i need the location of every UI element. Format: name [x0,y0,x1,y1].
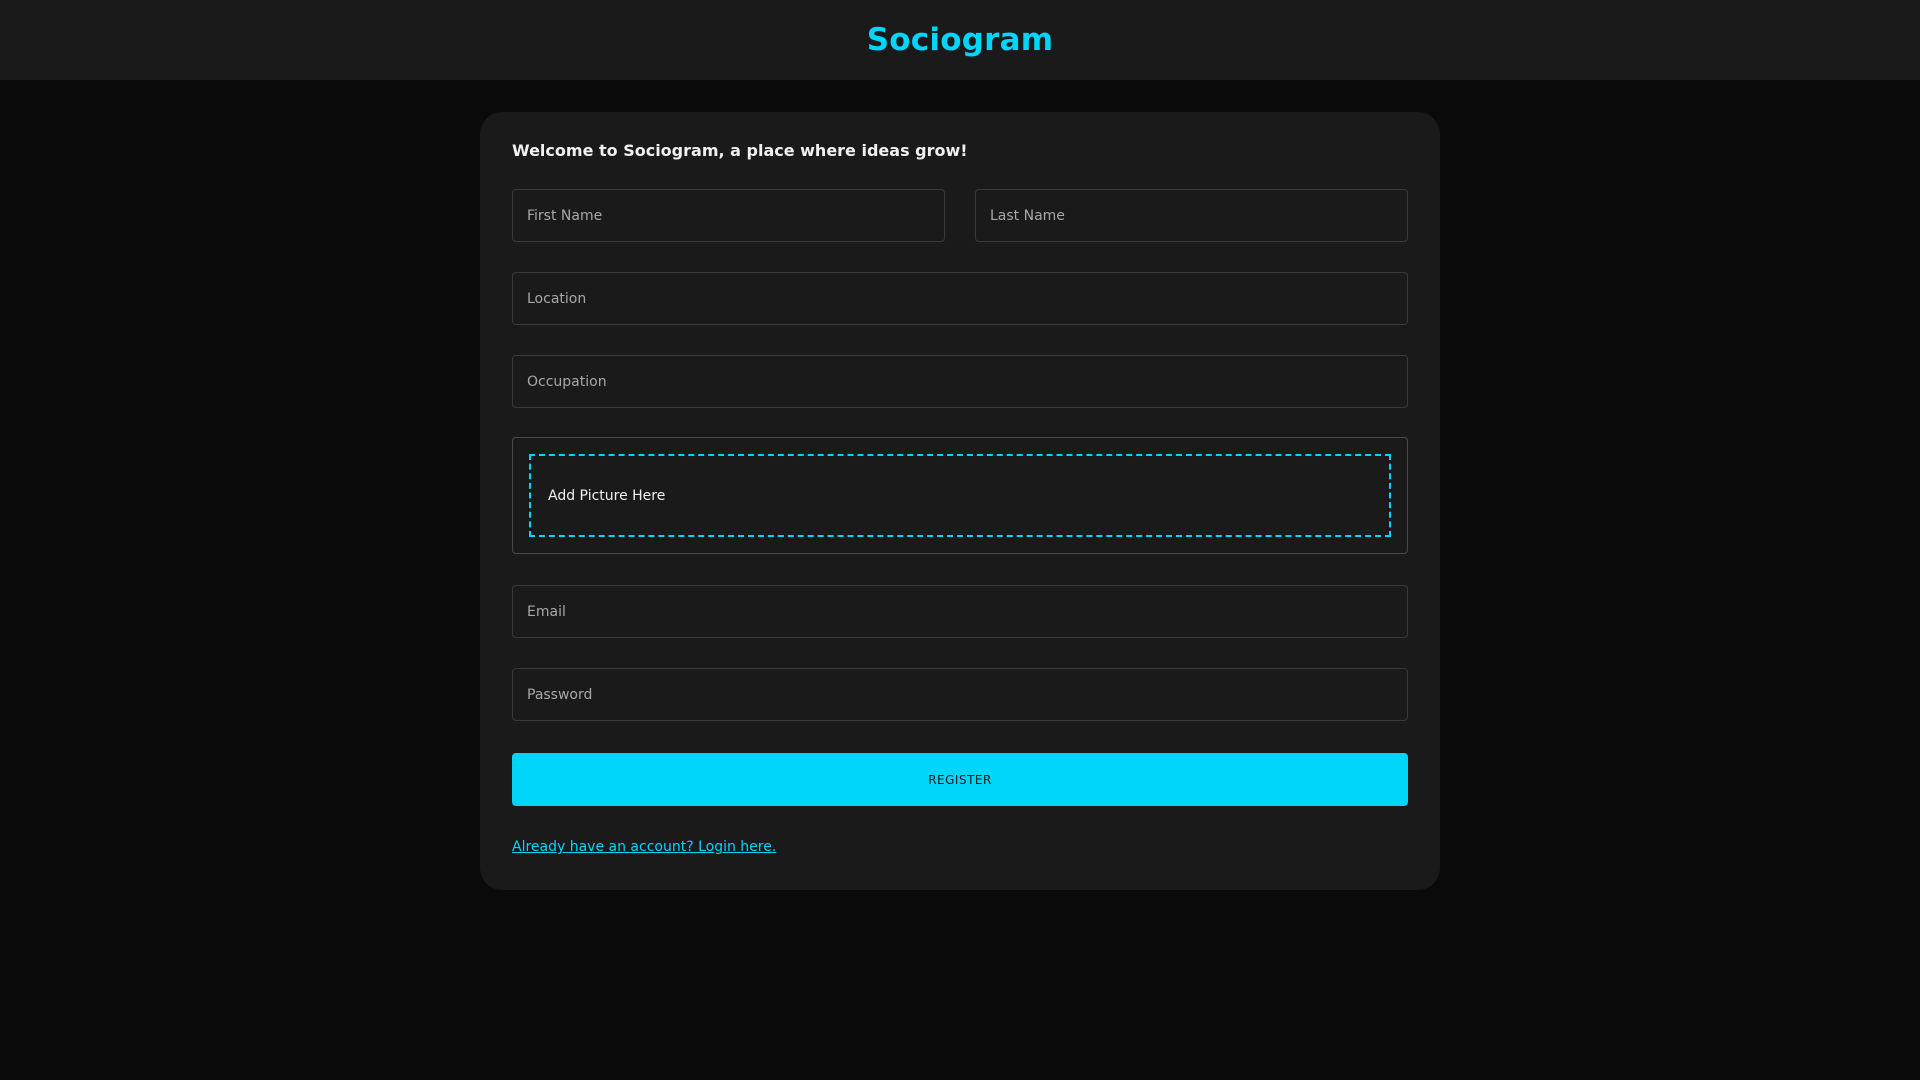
password-field[interactable] [512,668,1408,721]
occupation-field[interactable] [512,355,1408,408]
top-navbar: Sociogram [0,0,1920,80]
register-button[interactable]: REGISTER [512,753,1408,806]
last-name-input[interactable] [976,190,1407,241]
email-input[interactable] [513,586,1407,637]
picture-dropzone[interactable]: Add Picture Here [529,454,1391,537]
password-input[interactable] [513,669,1407,720]
brand-logo[interactable]: Sociogram [867,22,1053,58]
picture-upload-box: Add Picture Here [512,437,1408,554]
welcome-heading: Welcome to Sociogram, a place where idea… [512,141,968,160]
location-input[interactable] [513,273,1407,324]
login-link[interactable]: Already have an account? Login here. [512,840,776,854]
register-card: Welcome to Sociogram, a place where idea… [480,112,1440,890]
first-name-input[interactable] [513,190,944,241]
last-name-field[interactable] [975,189,1408,242]
first-name-field[interactable] [512,189,945,242]
occupation-input[interactable] [513,356,1407,407]
location-field[interactable] [512,272,1408,325]
picture-dropzone-label: Add Picture Here [548,487,666,504]
email-field[interactable] [512,585,1408,638]
